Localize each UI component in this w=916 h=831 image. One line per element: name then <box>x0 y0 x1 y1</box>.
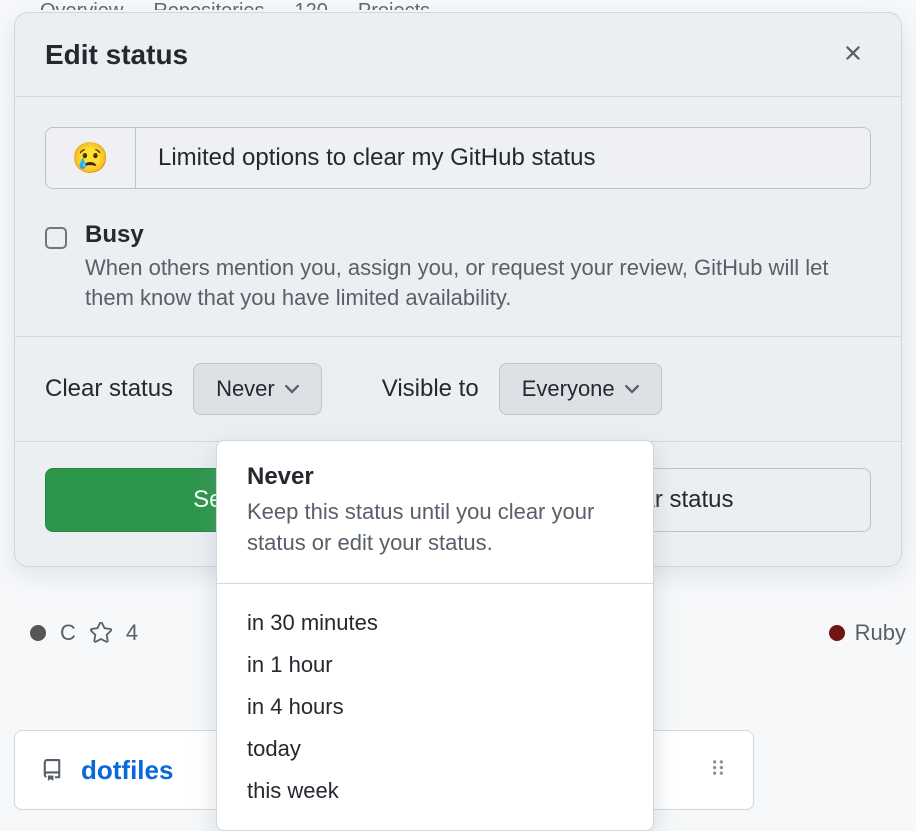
popover-option-1hour[interactable]: in 1 hour <box>217 644 653 686</box>
nav-overview: Overview <box>40 0 123 10</box>
visible-to-selected: Everyone <box>522 376 615 402</box>
emoji-picker-button[interactable]: 😢 <box>46 128 136 188</box>
star-icon <box>90 622 112 644</box>
popover-option-thisweek[interactable]: this week <box>217 770 653 812</box>
busy-checkbox[interactable] <box>45 227 67 249</box>
status-text-input[interactable] <box>136 128 870 188</box>
popover-selected-desc: Keep this status until you clear your st… <box>247 497 623 559</box>
popover-selected-item[interactable]: Never Keep this status until you clear y… <box>217 441 653 584</box>
visible-to-label: Visible to <box>382 375 479 403</box>
busy-label: Busy <box>85 221 871 249</box>
visible-to-dropdown[interactable]: Everyone <box>499 363 662 415</box>
popover-option-4hours[interactable]: in 4 hours <box>217 686 653 728</box>
language-row-left: C 4 <box>30 620 138 646</box>
status-input-row: 😢 <box>45 127 871 189</box>
clear-status-selected: Never <box>216 376 275 402</box>
options-row: Clear status Never Visible to Everyone <box>15 337 901 442</box>
language-dot-ruby <box>829 625 845 641</box>
clear-status-dropdown[interactable]: Never <box>193 363 322 415</box>
language-c-label: C <box>60 620 76 646</box>
modal-header: Edit status <box>15 13 901 97</box>
language-dot-c <box>30 625 46 641</box>
popover-options-list: in 30 minutes in 1 hour in 4 hours today… <box>217 584 653 830</box>
modal-body: 😢 Busy When others mention you, assign y… <box>15 97 901 337</box>
drag-handle-icon[interactable] <box>709 759 727 782</box>
close-button[interactable] <box>835 35 871 74</box>
language-row-right: Ruby <box>829 620 906 646</box>
nav-repo-count: 120 <box>295 0 328 10</box>
popover-selected-title: Never <box>247 463 623 491</box>
busy-description: When others mention you, assign you, or … <box>85 253 871 312</box>
repo-icon <box>41 759 63 781</box>
close-icon <box>841 41 865 65</box>
repo-name[interactable]: dotfiles <box>81 755 173 786</box>
clear-status-label: Clear status <box>45 375 173 403</box>
popover-option-30min[interactable]: in 30 minutes <box>217 602 653 644</box>
chevron-down-icon <box>625 384 639 394</box>
chevron-down-icon <box>285 384 299 394</box>
star-count: 4 <box>126 620 138 646</box>
nav-repositories: Repositories <box>153 0 264 10</box>
busy-row: Busy When others mention you, assign you… <box>45 221 871 312</box>
popover-option-today[interactable]: today <box>217 728 653 770</box>
modal-title: Edit status <box>45 39 188 71</box>
language-ruby-label: Ruby <box>855 620 906 646</box>
nav-projects: Projects <box>358 0 430 10</box>
clear-status-popover: Never Keep this status until you clear y… <box>216 440 654 831</box>
background-nav: Overview Repositories 120 Projects <box>0 0 916 10</box>
